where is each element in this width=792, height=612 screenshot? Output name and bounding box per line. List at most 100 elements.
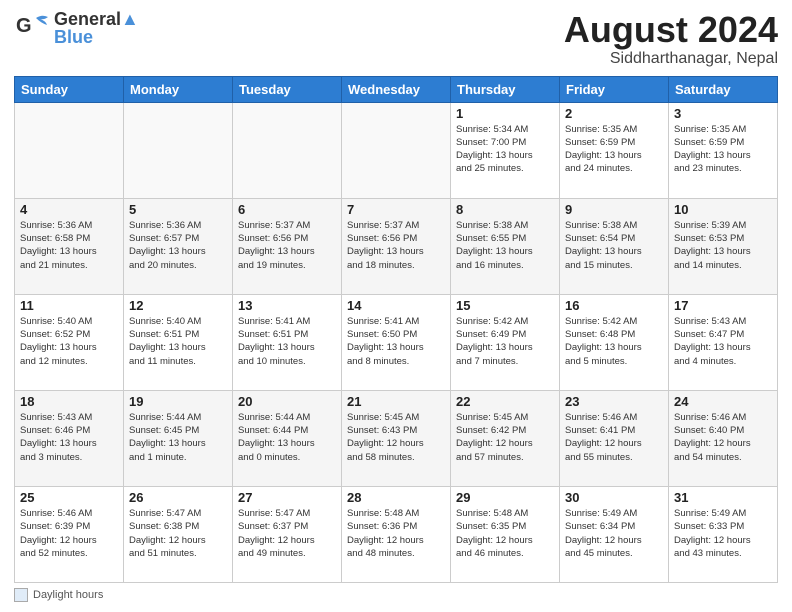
footer: Daylight hours [14,588,778,602]
cell-info: Sunrise: 5:36 AM Sunset: 6:58 PM Dayligh… [20,219,118,272]
cell-info: Sunrise: 5:34 AM Sunset: 7:00 PM Dayligh… [456,123,554,176]
table-cell: 6 Sunrise: 5:37 AM Sunset: 6:56 PM Daylig… [233,198,342,294]
calendar-subtitle: Siddharthanagar, Nepal [564,50,778,68]
col-sunday: Sunday [15,76,124,102]
cell-info: Sunrise: 5:40 AM Sunset: 6:52 PM Dayligh… [20,315,118,368]
cell-info: Sunrise: 5:46 AM Sunset: 6:40 PM Dayligh… [674,411,772,464]
cell-date: 31 [674,490,772,505]
table-cell: 25 Sunrise: 5:46 AM Sunset: 6:39 PM Dayli… [15,486,124,582]
cell-date: 20 [238,394,336,409]
cell-info: Sunrise: 5:46 AM Sunset: 6:39 PM Dayligh… [20,507,118,560]
table-cell: 8Sunrise: 5:38 AM Sunset: 6:55 PM Daylig… [451,198,560,294]
cell-date: 7 [347,202,445,217]
table-cell: 1 Sunrise: 5:34 AM Sunset: 7:00 PM Daylig… [451,102,560,198]
table-cell: 11 Sunrise: 5:40 AM Sunset: 6:52 PM Dayli… [15,294,124,390]
cell-info: Sunrise: 5:43 AM Sunset: 6:46 PM Dayligh… [20,411,118,464]
table-cell: 21Sunrise: 5:45 AM Sunset: 6:43 PM Dayli… [342,390,451,486]
legend-label: Daylight hours [33,589,103,601]
cell-info: Sunrise: 5:36 AM Sunset: 6:57 PM Dayligh… [129,219,227,272]
cell-info: Sunrise: 5:37 AM Sunset: 6:56 PM Dayligh… [238,219,336,272]
cell-date: 24 [674,394,772,409]
table-cell: 19Sunrise: 5:44 AM Sunset: 6:45 PM Dayli… [124,390,233,486]
cell-date: 11 [20,298,118,313]
cell-date: 2 [565,106,663,121]
table-cell: 30 Sunrise: 5:49 AM Sunset: 6:34 PM Dayli… [560,486,669,582]
cell-date: 15 [456,298,554,313]
page: G General▲ Blue August 2024 Siddharthana… [0,0,792,612]
cell-date: 1 [456,106,554,121]
calendar-title: August 2024 [564,10,778,50]
cell-info: Sunrise: 5:43 AM Sunset: 6:47 PM Dayligh… [674,315,772,368]
table-cell: 2 Sunrise: 5:35 AM Sunset: 6:59 PM Daylig… [560,102,669,198]
cell-info: Sunrise: 5:49 AM Sunset: 6:34 PM Dayligh… [565,507,663,560]
cell-date: 9 [565,202,663,217]
cell-date: 13 [238,298,336,313]
week-row-2: 11 Sunrise: 5:40 AM Sunset: 6:52 PM Dayli… [15,294,778,390]
table-cell: 31 Sunrise: 5:49 AM Sunset: 6:33 PM Dayli… [669,486,778,582]
table-cell: 22Sunrise: 5:45 AM Sunset: 6:42 PM Dayli… [451,390,560,486]
legend-item: Daylight hours [14,588,103,602]
calendar-header-row: Sunday Monday Tuesday Wednesday Thursday… [15,76,778,102]
table-cell: 15Sunrise: 5:42 AM Sunset: 6:49 PM Dayli… [451,294,560,390]
cell-info: Sunrise: 5:44 AM Sunset: 6:45 PM Dayligh… [129,411,227,464]
table-cell [342,102,451,198]
col-wednesday: Wednesday [342,76,451,102]
table-cell: 18 Sunrise: 5:43 AM Sunset: 6:46 PM Dayli… [15,390,124,486]
cell-date: 17 [674,298,772,313]
table-cell: 23Sunrise: 5:46 AM Sunset: 6:41 PM Dayli… [560,390,669,486]
cell-date: 29 [456,490,554,505]
cell-info: Sunrise: 5:49 AM Sunset: 6:33 PM Dayligh… [674,507,772,560]
cell-info: Sunrise: 5:44 AM Sunset: 6:44 PM Dayligh… [238,411,336,464]
col-friday: Friday [560,76,669,102]
col-monday: Monday [124,76,233,102]
cell-info: Sunrise: 5:40 AM Sunset: 6:51 PM Dayligh… [129,315,227,368]
logo-blue: Blue [54,28,139,46]
calendar-table: Sunday Monday Tuesday Wednesday Thursday… [14,76,778,583]
cell-info: Sunrise: 5:47 AM Sunset: 6:38 PM Dayligh… [129,507,227,560]
cell-info: Sunrise: 5:38 AM Sunset: 6:55 PM Dayligh… [456,219,554,272]
cell-info: Sunrise: 5:42 AM Sunset: 6:48 PM Dayligh… [565,315,663,368]
table-cell: 12 Sunrise: 5:40 AM Sunset: 6:51 PM Dayli… [124,294,233,390]
col-thursday: Thursday [451,76,560,102]
cell-date: 28 [347,490,445,505]
cell-date: 5 [129,202,227,217]
table-cell: 29 Sunrise: 5:48 AM Sunset: 6:35 PM Dayli… [451,486,560,582]
table-cell: 27 Sunrise: 5:47 AM Sunset: 6:37 PM Dayli… [233,486,342,582]
cell-date: 22 [456,394,554,409]
cell-info: Sunrise: 5:46 AM Sunset: 6:41 PM Dayligh… [565,411,663,464]
table-cell: 20 Sunrise: 5:44 AM Sunset: 6:44 PM Dayli… [233,390,342,486]
cell-date: 27 [238,490,336,505]
cell-info: Sunrise: 5:35 AM Sunset: 6:59 PM Dayligh… [565,123,663,176]
cell-date: 12 [129,298,227,313]
header: G General▲ Blue August 2024 Siddharthana… [14,10,778,68]
table-cell: 9 Sunrise: 5:38 AM Sunset: 6:54 PM Daylig… [560,198,669,294]
table-cell [124,102,233,198]
table-cell: 17 Sunrise: 5:43 AM Sunset: 6:47 PM Dayli… [669,294,778,390]
cell-date: 30 [565,490,663,505]
col-tuesday: Tuesday [233,76,342,102]
table-cell: 26 Sunrise: 5:47 AM Sunset: 6:38 PM Dayli… [124,486,233,582]
cell-date: 26 [129,490,227,505]
cell-info: Sunrise: 5:47 AM Sunset: 6:37 PM Dayligh… [238,507,336,560]
title-block: August 2024 Siddharthanagar, Nepal [564,10,778,68]
week-row-1: 4Sunrise: 5:36 AM Sunset: 6:58 PM Daylig… [15,198,778,294]
cell-date: 3 [674,106,772,121]
col-saturday: Saturday [669,76,778,102]
cell-date: 6 [238,202,336,217]
cell-date: 14 [347,298,445,313]
cell-info: Sunrise: 5:38 AM Sunset: 6:54 PM Dayligh… [565,219,663,272]
cell-date: 18 [20,394,118,409]
table-cell: 24 Sunrise: 5:46 AM Sunset: 6:40 PM Dayli… [669,390,778,486]
cell-date: 10 [674,202,772,217]
table-cell: 14Sunrise: 5:41 AM Sunset: 6:50 PM Dayli… [342,294,451,390]
table-cell [233,102,342,198]
table-cell: 13 Sunrise: 5:41 AM Sunset: 6:51 PM Dayli… [233,294,342,390]
table-cell: 10Sunrise: 5:39 AM Sunset: 6:53 PM Dayli… [669,198,778,294]
table-cell: 5 Sunrise: 5:36 AM Sunset: 6:57 PM Daylig… [124,198,233,294]
cell-date: 25 [20,490,118,505]
cell-info: Sunrise: 5:48 AM Sunset: 6:35 PM Dayligh… [456,507,554,560]
cell-info: Sunrise: 5:41 AM Sunset: 6:51 PM Dayligh… [238,315,336,368]
week-row-4: 25 Sunrise: 5:46 AM Sunset: 6:39 PM Dayli… [15,486,778,582]
cell-info: Sunrise: 5:35 AM Sunset: 6:59 PM Dayligh… [674,123,772,176]
logo: G General▲ Blue [14,10,139,46]
